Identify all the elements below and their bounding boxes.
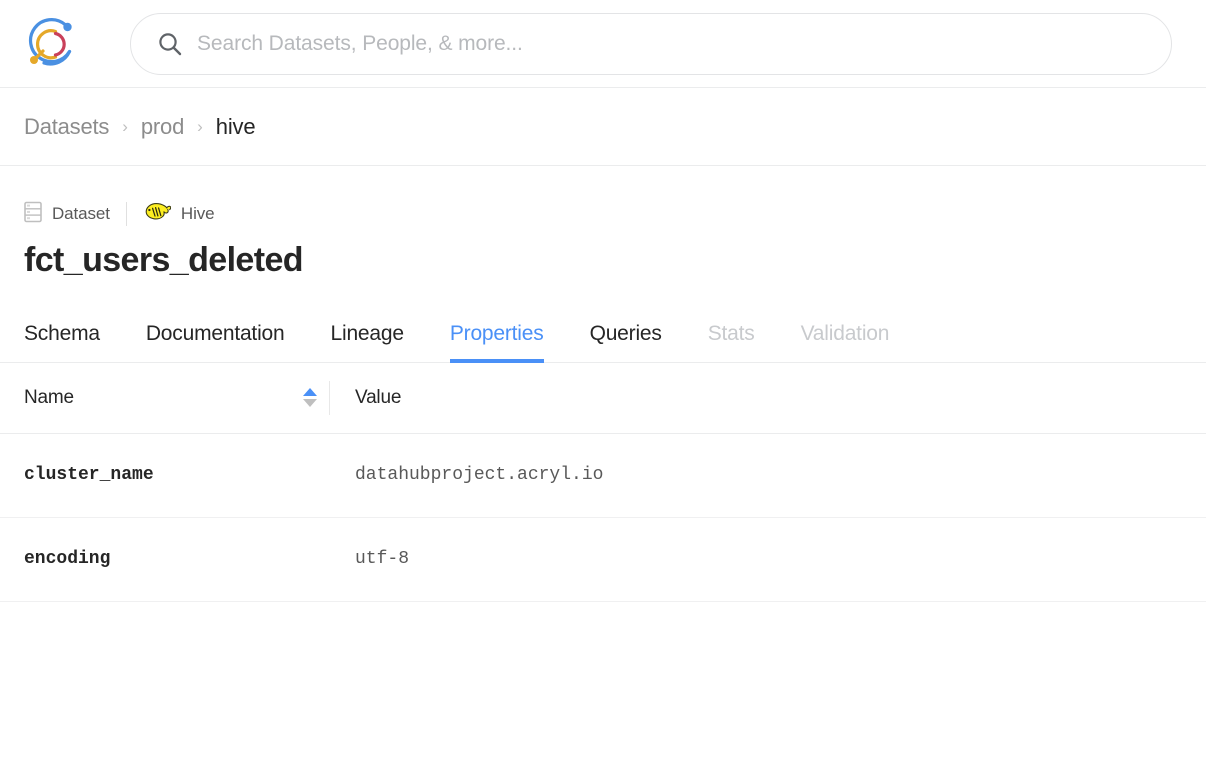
caret-up-icon[interactable]	[303, 388, 317, 396]
entity-header: Dataset Hive fct_users_deleted	[0, 166, 1206, 281]
breadcrumb-item-prod[interactable]: prod	[141, 114, 184, 140]
entity-meta-row: Dataset Hive	[24, 200, 1182, 228]
tab-stats: Stats	[708, 322, 755, 362]
column-header-name[interactable]: Name	[24, 387, 329, 409]
breadcrumb-item-hive[interactable]: hive	[216, 114, 256, 140]
search-icon	[157, 31, 183, 57]
tab-documentation[interactable]: Documentation	[146, 322, 285, 362]
entity-type-label: Dataset	[52, 204, 110, 224]
column-header-value-label: Value	[355, 387, 401, 408]
table-icon	[24, 201, 42, 228]
property-name: cluster_name	[24, 465, 329, 485]
property-value: utf-8	[330, 549, 1182, 569]
tab-queries[interactable]: Queries	[590, 322, 662, 362]
entity-platform: Hive	[143, 199, 215, 230]
page-title: fct_users_deleted	[24, 240, 1182, 281]
property-value: datahubproject.acryl.io	[330, 465, 1182, 485]
chevron-right-icon: ›	[197, 118, 203, 135]
datahub-logo-icon[interactable]	[22, 18, 84, 70]
tab-schema[interactable]: Schema	[24, 322, 100, 362]
table-header-row: Name Value	[0, 363, 1206, 434]
caret-down-icon[interactable]	[303, 399, 317, 407]
entity-platform-label: Hive	[181, 204, 215, 224]
column-header-name-label: Name	[24, 387, 74, 409]
table-row[interactable]: encoding utf-8	[0, 518, 1206, 602]
tab-properties[interactable]: Properties	[450, 322, 544, 362]
properties-table: Name Value cluster_name datahubproject.a…	[0, 363, 1206, 602]
breadcrumb: Datasets › prod › hive	[0, 88, 1206, 166]
app-header	[0, 0, 1206, 88]
property-name: encoding	[24, 549, 329, 569]
chevron-right-icon: ›	[122, 118, 128, 135]
tab-validation: Validation	[801, 322, 890, 362]
hive-logo-icon	[143, 199, 171, 230]
meta-divider	[126, 202, 127, 226]
column-header-value: Value	[330, 387, 1182, 409]
entity-type: Dataset	[24, 201, 110, 228]
entity-tabs: Schema Documentation Lineage Properties …	[0, 301, 1206, 363]
table-row[interactable]: cluster_name datahubproject.acryl.io	[0, 434, 1206, 518]
tab-lineage[interactable]: Lineage	[331, 322, 404, 362]
global-search-bar[interactable]	[130, 13, 1172, 75]
sort-control[interactable]	[303, 388, 317, 407]
search-input[interactable]	[197, 32, 1147, 56]
breadcrumb-item-datasets[interactable]: Datasets	[24, 114, 109, 140]
